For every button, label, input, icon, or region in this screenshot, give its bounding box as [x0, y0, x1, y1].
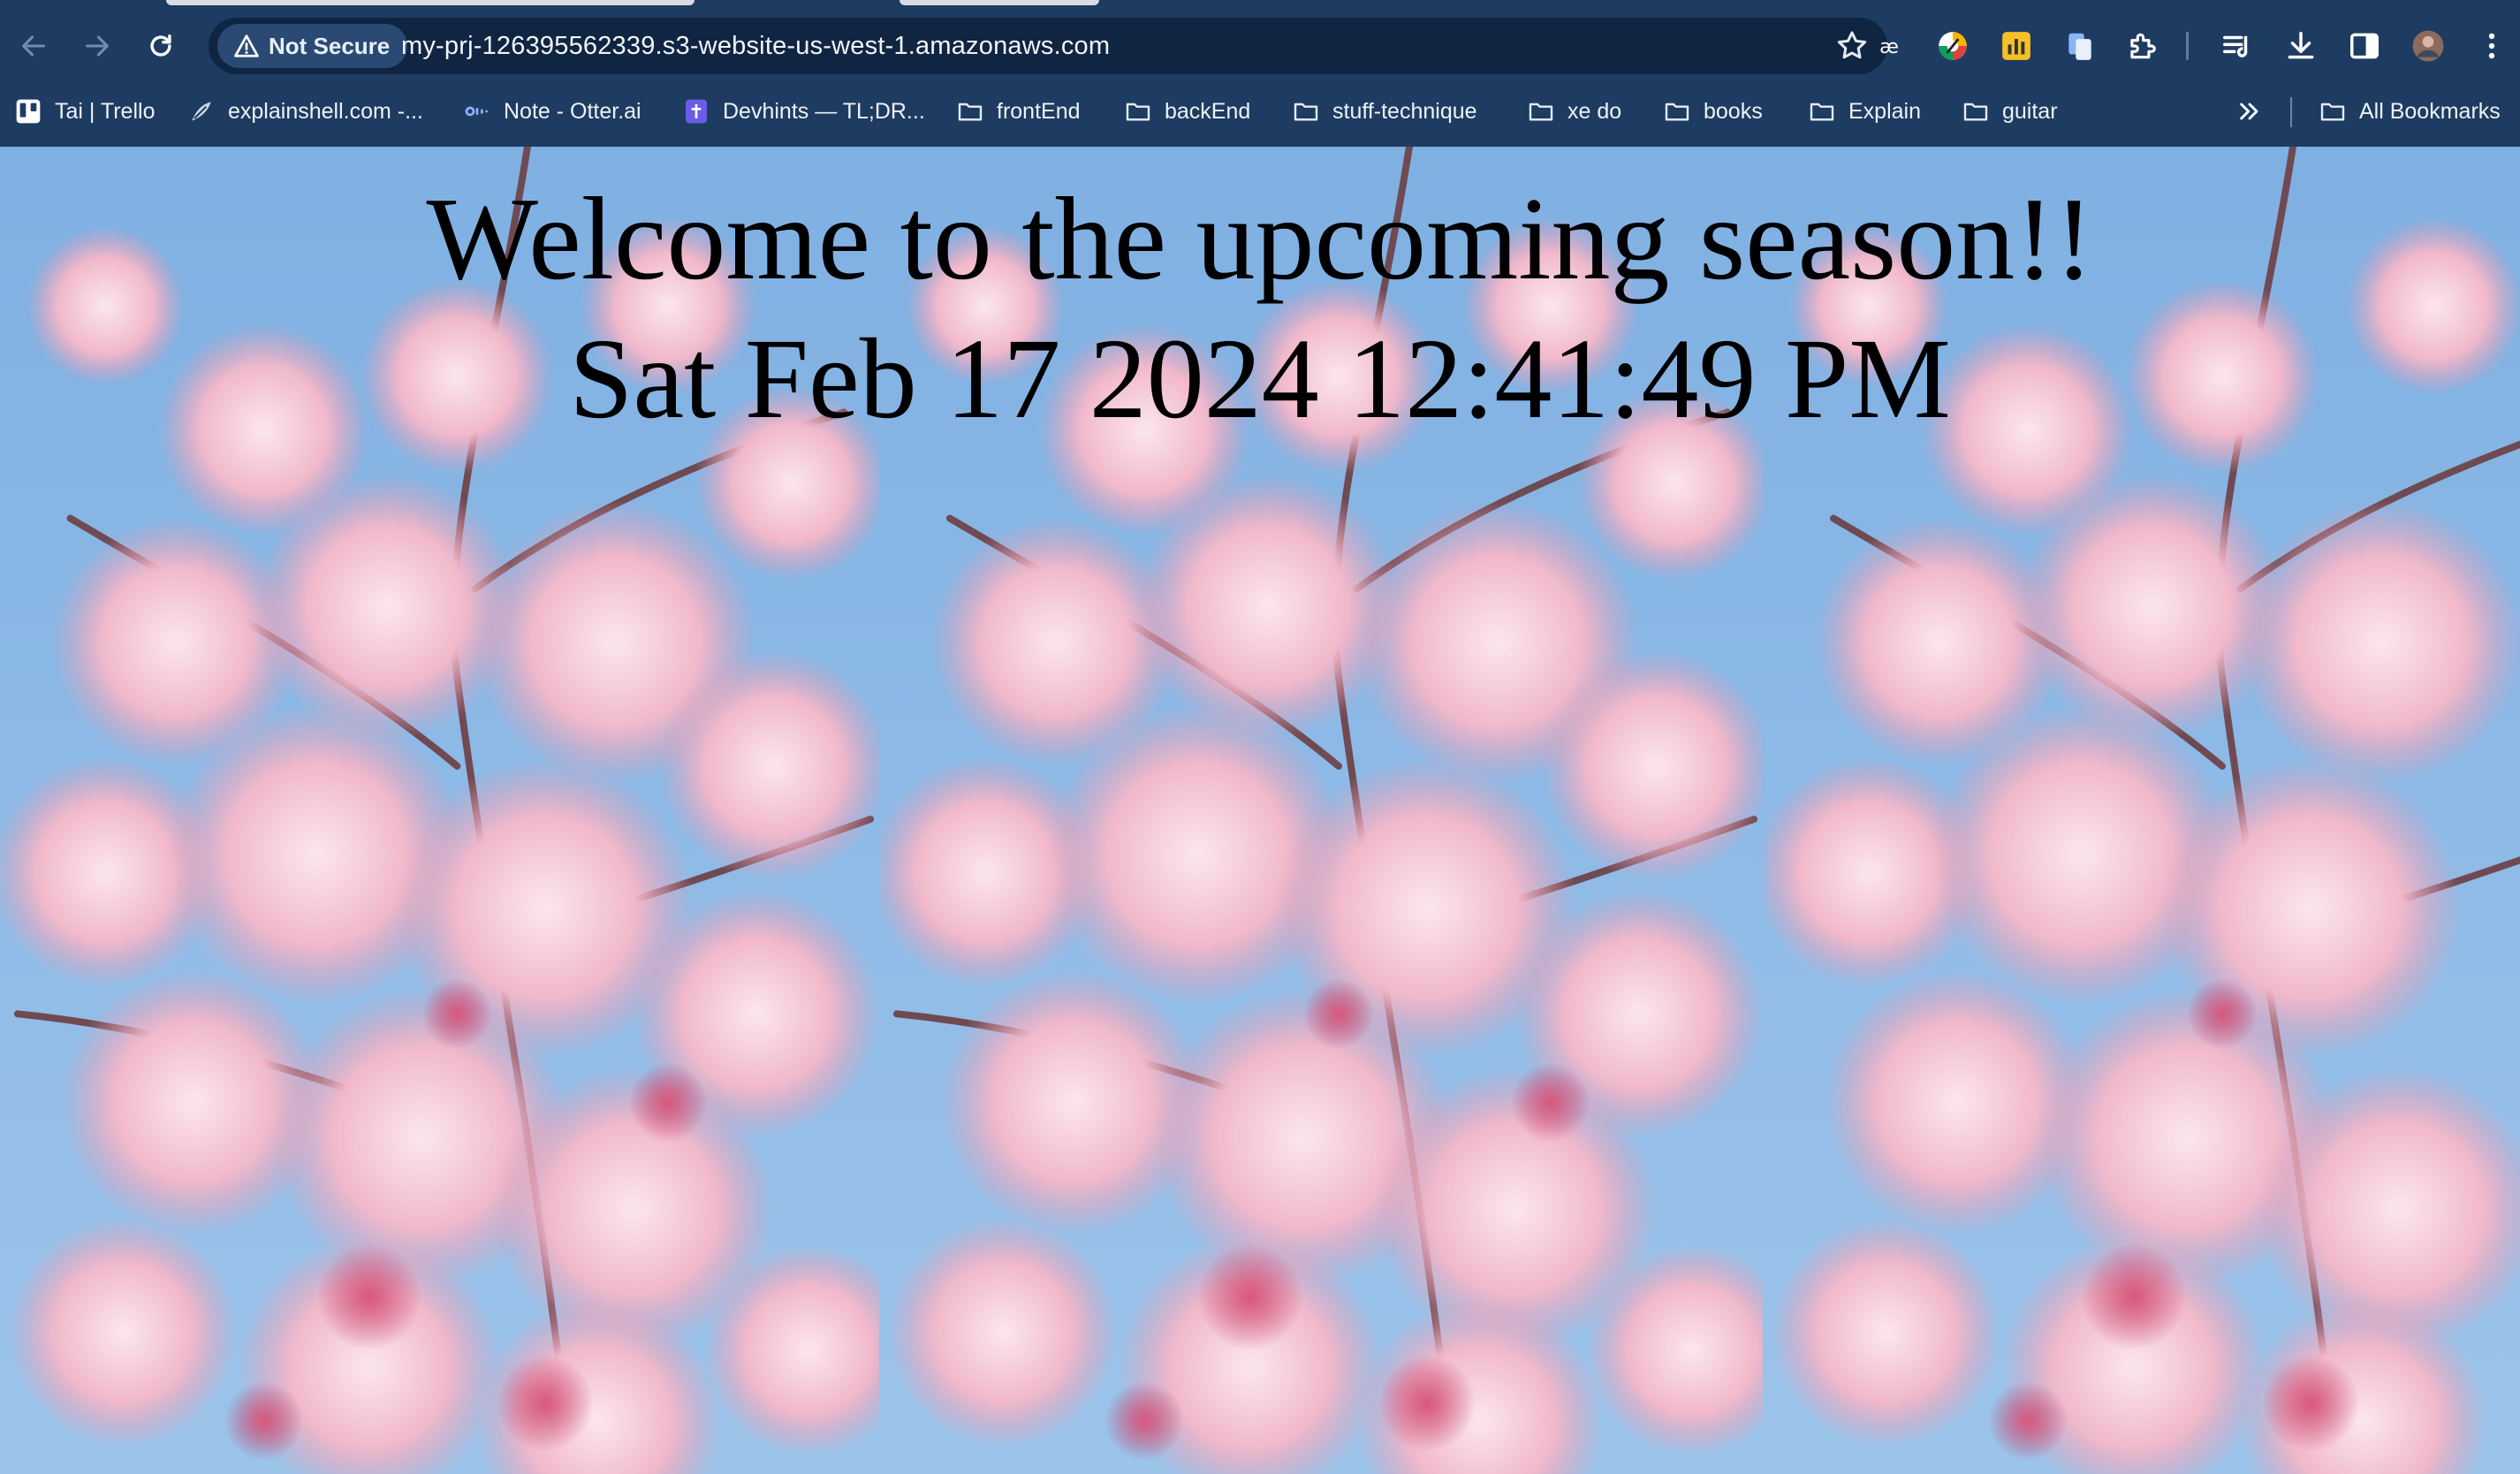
- page-viewport: Welcome to the upcoming season!! Sat Feb…: [0, 147, 2520, 1474]
- dictionary-extension[interactable]: æ: [1868, 25, 1910, 67]
- chart-extension[interactable]: [1995, 25, 2038, 67]
- address-bar[interactable]: Not Secure my-prj-126395562339.s3-websit…: [209, 18, 1887, 74]
- back-button[interactable]: [7, 19, 60, 72]
- devhints-icon: [686, 99, 707, 124]
- side-panel-button[interactable]: [2343, 25, 2386, 67]
- folder-icon: [958, 103, 983, 121]
- extensions-button[interactable]: [2121, 25, 2163, 67]
- site-security-chip[interactable]: Not Secure: [217, 24, 408, 68]
- profile-button[interactable]: [2407, 25, 2449, 67]
- side-panel-icon: [2350, 33, 2379, 59]
- dictionary-extension-icon: æ: [1879, 35, 1899, 58]
- welcome-heading: Welcome to the upcoming season!!: [426, 173, 2094, 304]
- explainshell-icon: [192, 102, 211, 121]
- bookmark-label: xe do: [1567, 98, 1622, 124]
- folder-icon: [1126, 103, 1150, 121]
- bookmark-devhints[interactable]: Devhints — TL;DR...: [682, 87, 925, 136]
- security-label: Not Secure: [269, 32, 391, 59]
- all-bookmarks-button[interactable]: All Bookmarks: [2319, 87, 2501, 136]
- bookmark-folder-guitar[interactable]: guitar: [1962, 87, 2058, 136]
- folder-icon: [1529, 103, 1553, 121]
- bookmarks-overflow-button[interactable]: [2235, 87, 2264, 136]
- browser-menu-button[interactable]: [2471, 25, 2513, 67]
- bookmark-label: frontEnd: [997, 98, 1081, 124]
- bookmark-label: guitar: [2002, 98, 2058, 124]
- warning-triangle-icon: [234, 34, 259, 57]
- bookmark-folder-frontend[interactable]: frontEnd: [956, 87, 1081, 136]
- bookmark-folder-stuff-technique[interactable]: stuff-technique: [1292, 87, 1477, 136]
- folder-icon: [1665, 103, 1689, 121]
- browser-toolbar: Not Secure my-prj-126395562339.s3-websit…: [0, 11, 2520, 81]
- profile-avatar: [2412, 30, 2444, 62]
- tab-edge[interactable]: [166, 0, 695, 5]
- color-picker-extension-icon: [1939, 32, 1967, 60]
- chevron-double-right-icon: [2240, 103, 2258, 120]
- folder-icon: [1963, 103, 1988, 121]
- folder-icon: [1810, 103, 1834, 121]
- bookmark-explainshell[interactable]: explainshell.com -...: [187, 87, 423, 136]
- forward-button[interactable]: [71, 19, 124, 72]
- chart-extension-icon: [2002, 32, 2030, 60]
- otter-icon: [465, 106, 488, 117]
- tab-edge[interactable]: [899, 0, 1099, 5]
- more-vertical-icon: [2488, 33, 2495, 59]
- bookmark-label: Explain: [1848, 98, 1921, 124]
- folder-icon: [2320, 103, 2345, 121]
- document-extension-icon: [2068, 33, 2091, 60]
- bookmark-label: Devhints — TL;DR...: [723, 98, 925, 124]
- bookmark-folder-backend[interactable]: backEnd: [1124, 87, 1250, 136]
- bookmark-label: Tai | Trello: [55, 98, 156, 124]
- forward-arrow-icon: [86, 35, 109, 57]
- reading-list-button[interactable]: [2216, 25, 2258, 67]
- document-extension[interactable]: [2059, 25, 2101, 67]
- trello-icon: [16, 99, 41, 124]
- datetime-text: Sat Feb 17 2024 12:41:49 PM: [569, 315, 1951, 443]
- bookmark-folder-books[interactable]: books: [1663, 87, 1763, 136]
- bookmark-folder-xe-do[interactable]: xe do: [1527, 87, 1621, 136]
- reload-button[interactable]: [134, 19, 187, 72]
- back-arrow-icon: [22, 35, 45, 57]
- bookmarks-bar: Tai | Trello explainshell.com -... Note …: [0, 87, 2520, 136]
- downloads-button[interactable]: [2280, 25, 2322, 67]
- bookmark-label: books: [1704, 98, 1763, 124]
- bookmark-folder-explain[interactable]: Explain: [1808, 87, 1921, 136]
- bookmarks-separator: [2290, 97, 2292, 127]
- bookmark-star-icon[interactable]: [1834, 28, 1870, 64]
- reading-list-icon: [2223, 35, 2248, 57]
- puzzle-extensions-icon: [2130, 33, 2156, 59]
- folder-icon: [1294, 103, 1318, 121]
- color-extension[interactable]: [1932, 25, 1974, 67]
- download-icon: [2288, 32, 2314, 59]
- reload-icon: [150, 34, 171, 57]
- bookmark-trello[interactable]: Tai | Trello: [14, 87, 155, 136]
- bookmark-label: stuff-technique: [1332, 98, 1477, 124]
- bookmark-label: backEnd: [1165, 98, 1251, 124]
- url-text[interactable]: my-prj-126395562339.s3-website-us-west-1…: [401, 18, 1110, 74]
- browser-chrome: Not Secure my-prj-126395562339.s3-websit…: [0, 0, 2520, 147]
- all-bookmarks-label: All Bookmarks: [2359, 98, 2501, 124]
- bookmark-label: Note - Otter.ai: [504, 98, 641, 124]
- bookmark-label: explainshell.com -...: [228, 98, 423, 124]
- svg-text:æ: æ: [1879, 35, 1899, 58]
- toolbar-separator: [2186, 32, 2189, 60]
- bookmark-otter[interactable]: Note - Otter.ai: [463, 87, 641, 136]
